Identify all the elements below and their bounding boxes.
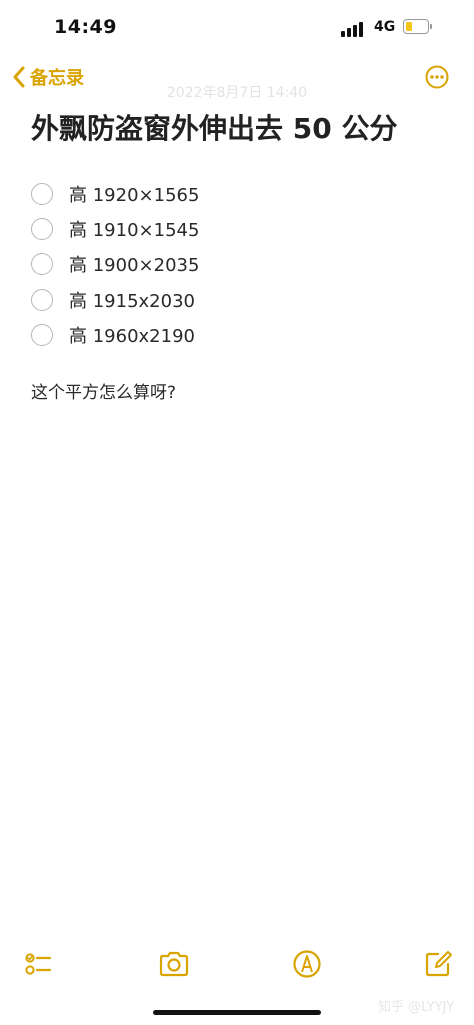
checklist-item-text[interactable]: 高 1960x2190 — [69, 322, 195, 348]
compose-icon[interactable] — [422, 948, 454, 980]
camera-icon[interactable] — [158, 948, 190, 980]
checklist: 高 1920×1565 高 1910×1545 高 1900×2035 高 19… — [31, 176, 451, 352]
status-time: 14:49 — [54, 16, 117, 38]
checklist-item-text[interactable]: 高 1910×1545 — [69, 216, 199, 242]
watermark: 知乎 @LYYJY — [378, 1000, 455, 1015]
bottom-toolbar — [0, 943, 474, 987]
check-circle-icon[interactable] — [31, 182, 53, 205]
cellular-signal-icon — [341, 21, 367, 37]
check-circle-icon[interactable] — [31, 323, 53, 346]
home-indicator — [153, 1010, 321, 1015]
checklist-item-text[interactable]: 高 1915x2030 — [69, 287, 195, 313]
network-type: 4G — [374, 19, 396, 35]
check-circle-icon[interactable] — [31, 253, 53, 276]
checklist-item: 高 1910×1545 — [31, 211, 451, 246]
status-bar: 14:49 4G — [0, 0, 474, 56]
note-text[interactable]: 这个平方怎么算呀? — [31, 378, 451, 403]
markup-icon[interactable] — [291, 948, 323, 980]
note-body[interactable]: 外飘防盗窗外伸出去 50 公分 高 1920×1565 高 1910×1545 … — [31, 108, 451, 403]
checklist-item-text[interactable]: 高 1900×2035 — [69, 251, 199, 277]
battery-icon — [403, 19, 432, 35]
note-title[interactable]: 外飘防盗窗外伸出去 50 公分 — [31, 108, 451, 150]
checklist-item: 高 1915x2030 — [31, 282, 451, 317]
checklist-item: 高 1900×2035 — [31, 247, 451, 282]
nav-bar: 备忘录 2022年8月7日 14:40 — [0, 56, 474, 101]
battery-level — [406, 22, 412, 31]
note-date: 2022年8月7日 14:40 — [166, 85, 308, 101]
checklist-icon[interactable] — [22, 948, 54, 980]
check-circle-icon[interactable] — [31, 217, 53, 240]
checklist-item: 高 1960x2190 — [31, 317, 451, 352]
ellipsis-circle-icon[interactable] — [425, 65, 449, 89]
check-circle-icon[interactable] — [31, 288, 53, 311]
checklist-item: 高 1920×1565 — [31, 176, 451, 211]
checklist-item-text[interactable]: 高 1920×1565 — [69, 181, 199, 207]
